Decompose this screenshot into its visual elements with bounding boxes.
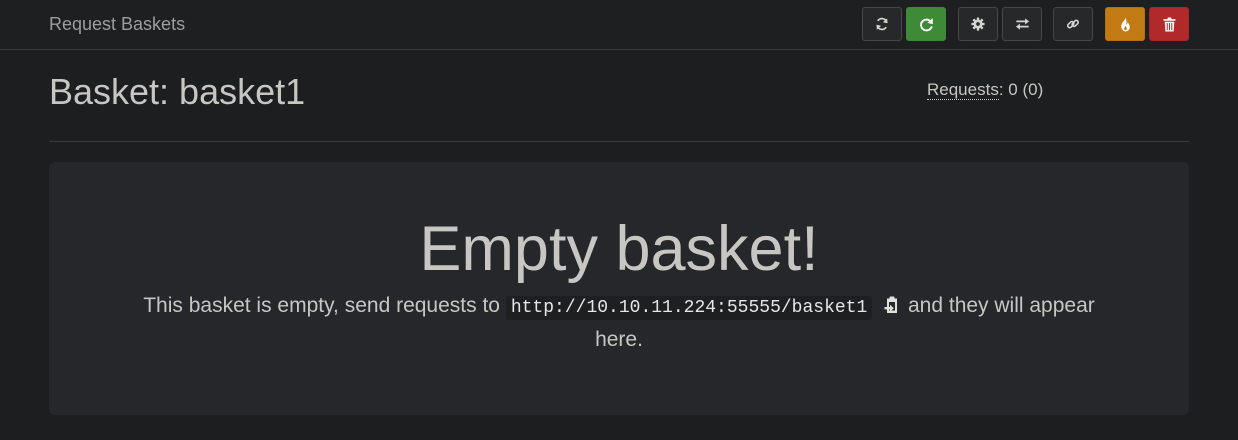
auto-refresh-button[interactable] [906, 7, 946, 41]
empty-basket-heading: Empty basket! [419, 214, 819, 284]
divider [49, 141, 1189, 142]
settings-button[interactable] [958, 7, 998, 41]
basket-url: http://10.10.11.224:55555/basket1 [505, 296, 873, 320]
refresh-button[interactable] [862, 7, 902, 41]
navbar: Request Baskets [0, 0, 1238, 50]
transfer-icon [1015, 18, 1029, 30]
requests-label: Requests [927, 80, 999, 100]
empty-basket-message: This basket is empty, send requests to h… [119, 290, 1119, 355]
brand-link[interactable]: Request Baskets [49, 14, 185, 34]
empty-basket-panel: Empty basket! This basket is empty, send… [49, 162, 1189, 415]
trash-icon [1162, 17, 1176, 31]
gear-icon [971, 17, 985, 31]
requests-count: : 0 (0) [998, 80, 1044, 99]
copy-url-icon[interactable] [884, 292, 900, 323]
fire-icon [1120, 17, 1130, 31]
clear-button[interactable] [1105, 7, 1145, 41]
empty-text-before: This basket is empty, send requests to [143, 294, 500, 317]
redo-icon [919, 17, 933, 31]
clipboard-icon [884, 296, 898, 313]
refresh-icon [876, 17, 888, 31]
delete-button[interactable] [1149, 7, 1189, 41]
page-title: Basket: basket1 [49, 71, 306, 112]
requests-counter: Requests: 0 (0) [927, 80, 1043, 100]
link-icon [1066, 19, 1080, 29]
share-button[interactable] [1053, 7, 1093, 41]
responses-button[interactable] [1002, 7, 1042, 41]
